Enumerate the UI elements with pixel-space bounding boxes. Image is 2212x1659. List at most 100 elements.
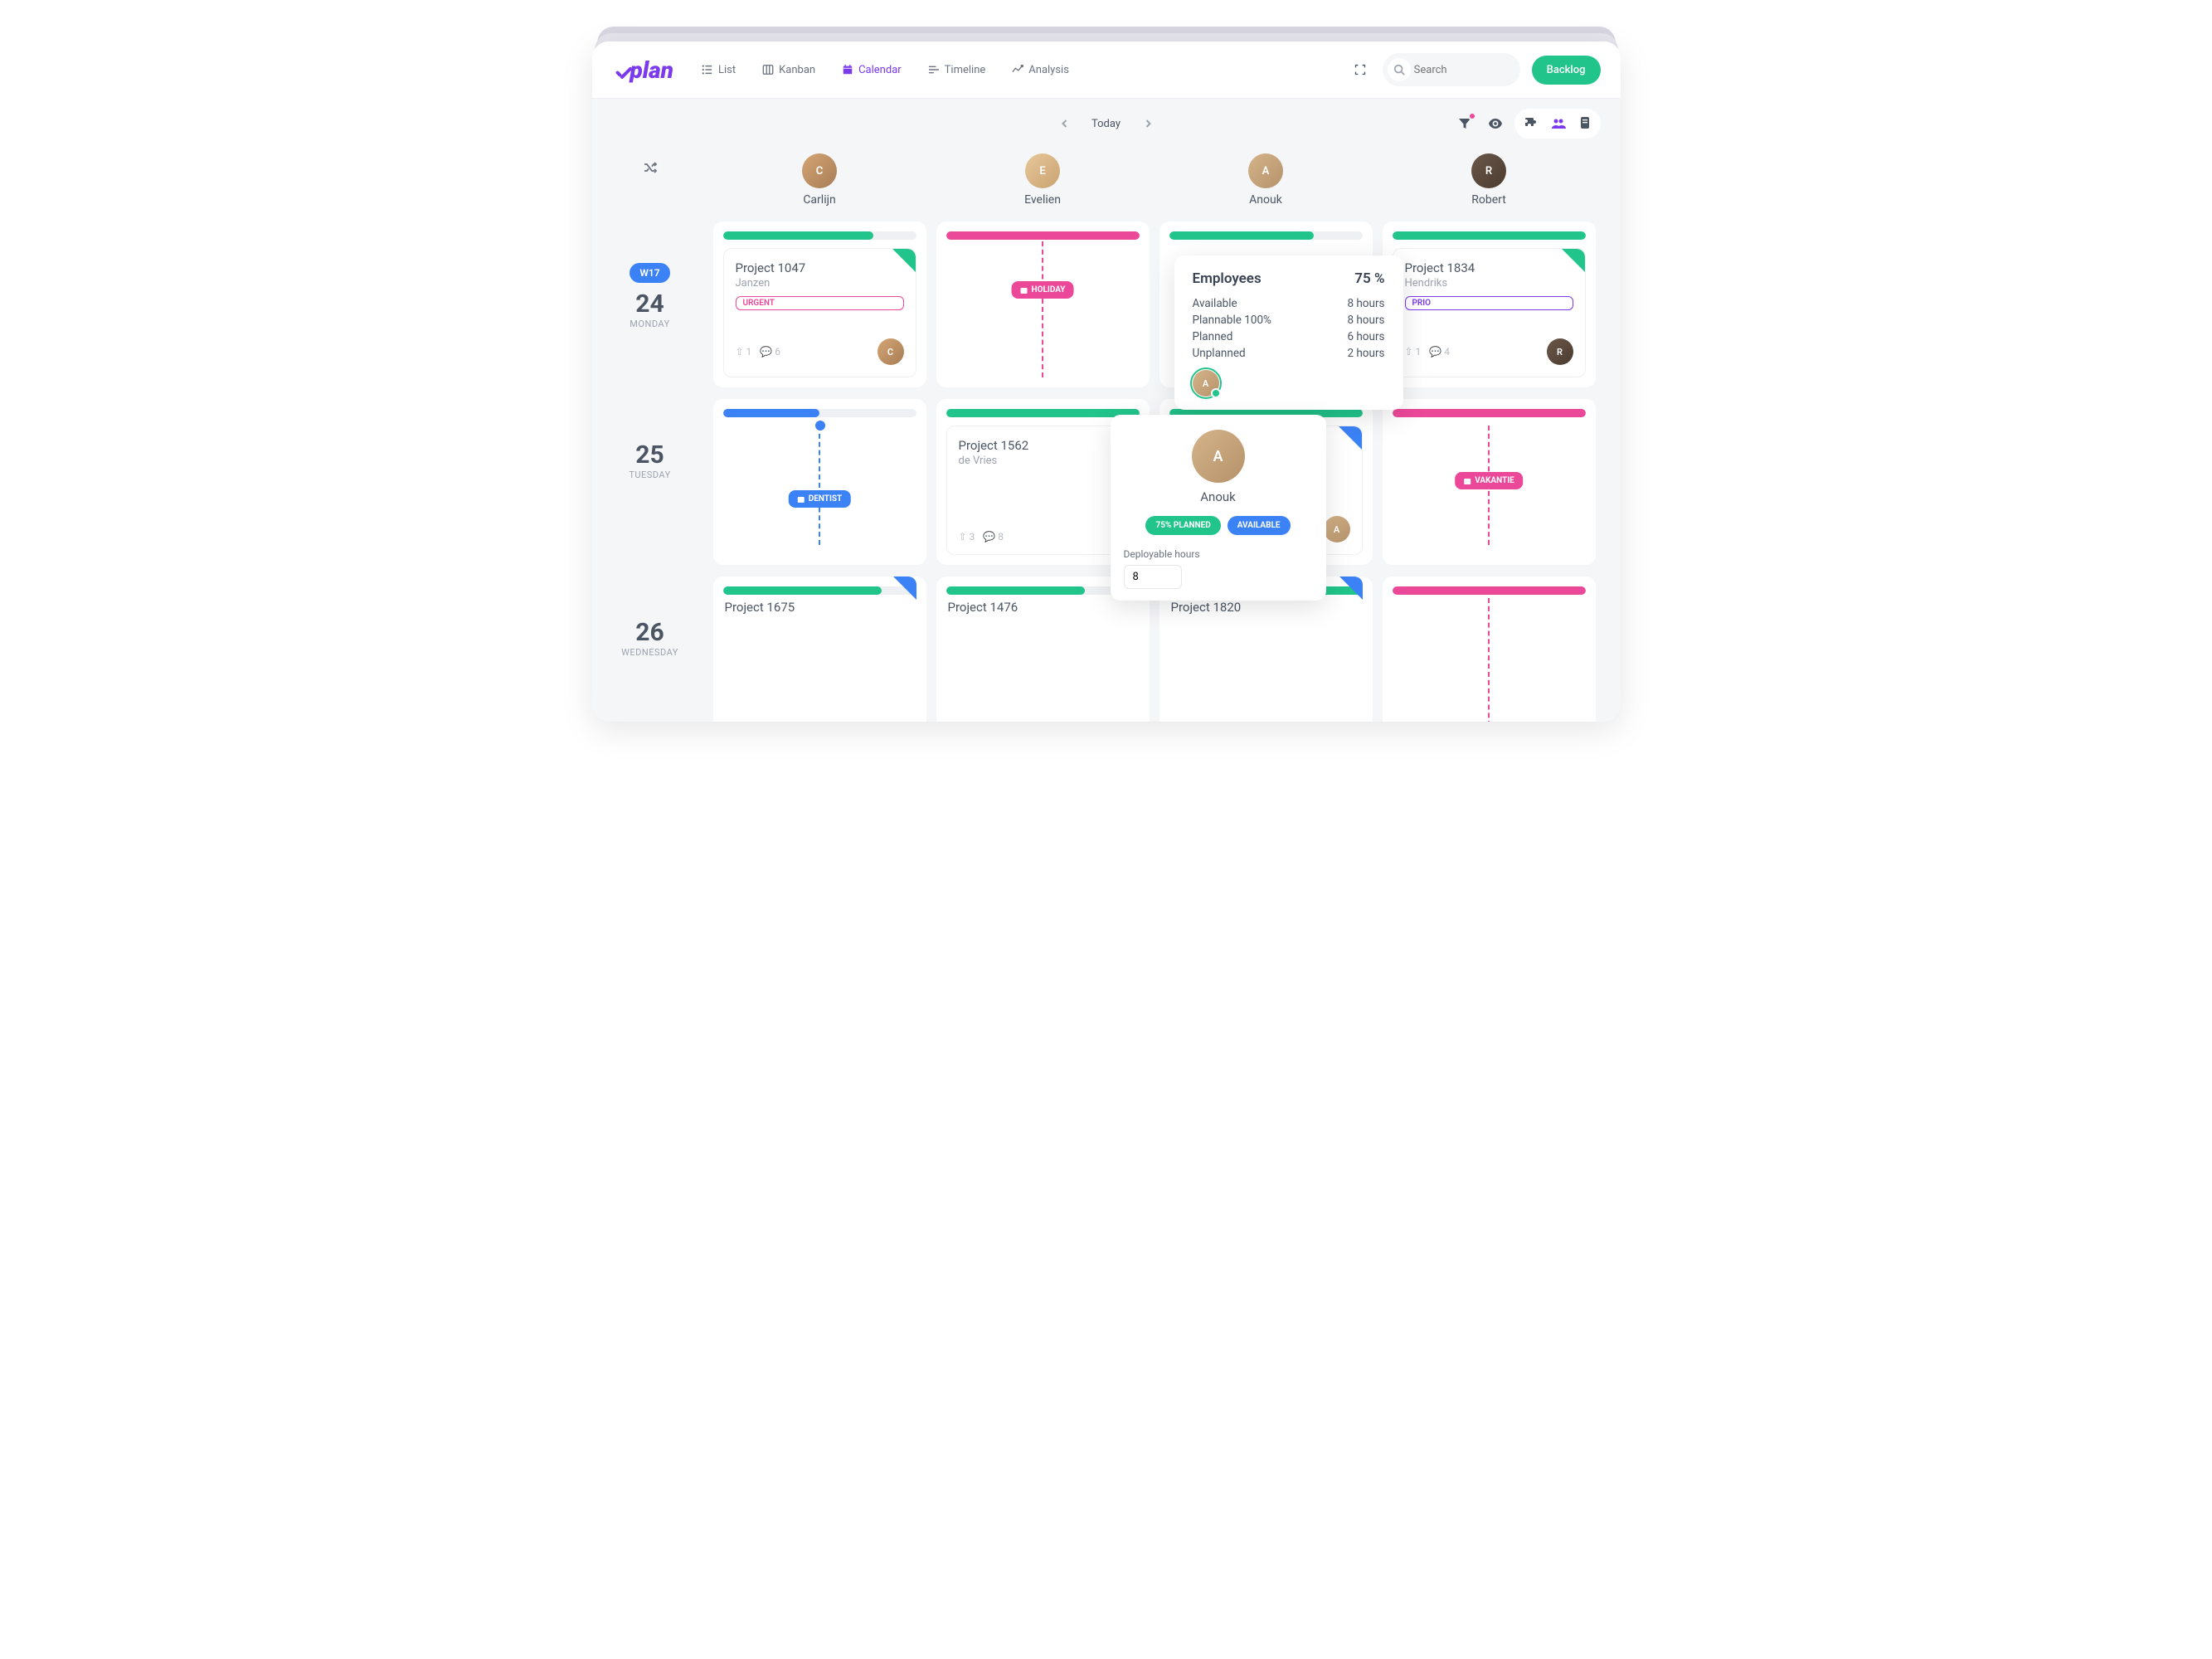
cell-evelien-24[interactable]: HOLIDAY (936, 221, 1150, 387)
deployable-hours-input[interactable] (1124, 565, 1182, 589)
filter-badge (1468, 112, 1476, 120)
avatar: A (1248, 153, 1283, 188)
event-line (1042, 241, 1043, 377)
nav-tabs: List Kanban Calendar Timeline Analysis (698, 61, 1072, 80)
today-label[interactable]: Today (1091, 118, 1121, 130)
tab-analysis-label: Analysis (1028, 64, 1069, 76)
event-line (819, 426, 820, 545)
tab-calendar-label: Calendar (858, 64, 902, 76)
cell-robert-24[interactable]: Project 1834 Hendriks PRIO ⇧ 1 💬 4 R (1383, 221, 1596, 387)
board: CCarlijn EEvelien AAnouk RRobert W17 24 … (592, 148, 1621, 722)
chat-icon: 💬 8 (983, 531, 1004, 542)
cell-robert-26[interactable] (1383, 577, 1596, 722)
emp-row-planned: Planned6 hours (1193, 328, 1385, 345)
assignee-avatar: A (1324, 516, 1350, 542)
tab-analysis[interactable]: Analysis (1009, 61, 1072, 80)
cell-carlijn-25[interactable]: DENTIST (713, 399, 926, 565)
deployable-label: Deployable hours (1111, 548, 1326, 560)
person-head-evelien[interactable]: EEvelien (931, 148, 1155, 221)
assignee-avatar: R (1547, 338, 1573, 365)
search-box[interactable] (1383, 53, 1520, 86)
tab-list[interactable]: List (698, 61, 739, 80)
search-icon (1388, 58, 1411, 81)
next-icon[interactable] (1140, 116, 1155, 131)
date-label-26: 26 WEDNESDAY (592, 577, 708, 722)
eye-icon[interactable] (1483, 111, 1508, 136)
card-corner-icon (892, 249, 916, 272)
person-head-anouk[interactable]: AAnouk (1155, 148, 1378, 221)
card-project-1675[interactable]: Project 1675 (723, 598, 916, 615)
online-dot-icon (1211, 388, 1221, 398)
date-label-24: W17 24 MONDAY (592, 221, 708, 399)
capacity-bar (946, 409, 1140, 417)
card-corner-icon (1339, 577, 1363, 600)
tab-timeline-label: Timeline (945, 64, 986, 76)
avatar: C (802, 153, 837, 188)
cell-carlijn-26[interactable]: Project 1675 (713, 577, 926, 722)
event-vakantie[interactable]: VAKANTIE (1455, 472, 1523, 489)
prev-icon[interactable] (1057, 116, 1072, 131)
capacity-bar (1393, 231, 1586, 240)
tab-list-label: List (718, 64, 736, 76)
puzzle-icon[interactable] (1519, 111, 1543, 136)
event-holiday[interactable]: HOLIDAY (1012, 281, 1074, 299)
capacity-bar (723, 409, 916, 417)
tab-kanban-label: Kanban (779, 64, 815, 76)
emp-avatar[interactable]: A (1193, 370, 1219, 397)
card-icon[interactable] (1574, 111, 1596, 136)
topbar: plan List Kanban Calendar Timeline (592, 41, 1621, 99)
cell-carlijn-24[interactable]: Project 1047 Janzen URGENT ⇧ 1 💬 6 C (713, 221, 926, 387)
upload-icon: ⇧ 1 (736, 346, 752, 358)
card-project-1834[interactable]: Project 1834 Hendriks PRIO ⇧ 1 💬 4 R (1393, 248, 1586, 377)
backlog-button[interactable]: Backlog (1532, 56, 1601, 85)
avatar: R (1471, 153, 1506, 188)
avatar: E (1025, 153, 1060, 188)
tab-kanban[interactable]: Kanban (759, 61, 819, 80)
capacity-bar (723, 586, 916, 595)
employees-popover: Employees75 % Available8 hours Plannable… (1174, 255, 1403, 410)
tab-timeline[interactable]: Timeline (925, 61, 989, 80)
chat-icon: 💬 6 (760, 346, 780, 358)
date-nav: Today (1057, 116, 1155, 131)
event-dot-icon (815, 421, 825, 431)
emp-row-available: Available8 hours (1193, 295, 1385, 312)
app-window: plan List Kanban Calendar Timeline (592, 41, 1621, 722)
card-corner-icon (1562, 249, 1585, 272)
emp-row-plannable: Plannable 100%8 hours (1193, 312, 1385, 328)
capacity-bar (723, 231, 916, 240)
date-label-25: 25 TUESDAY (592, 399, 708, 577)
search-input[interactable] (1414, 64, 1514, 76)
tag-urgent: URGENT (736, 296, 904, 310)
people-icon[interactable] (1546, 111, 1571, 136)
available-pill: AVAILABLE (1228, 516, 1291, 535)
employees-pct: 75 % (1354, 270, 1384, 287)
capacity-bar (946, 231, 1140, 240)
person-head-carlijn[interactable]: CCarlijn (708, 148, 931, 221)
shuffle-icon[interactable] (643, 160, 658, 175)
avatar: A (1192, 430, 1245, 483)
upload-icon: ⇧ 1 (1405, 346, 1422, 358)
card-corner-icon (893, 577, 916, 600)
card-project-1476[interactable]: Project 1476 (946, 598, 1140, 615)
capacity-bar (1169, 231, 1363, 240)
fullscreen-icon[interactable] (1349, 59, 1371, 80)
person-head-robert[interactable]: RRobert (1378, 148, 1601, 221)
tab-calendar[interactable]: Calendar (839, 61, 905, 80)
toolbar: Today (592, 99, 1621, 148)
emp-row-unplanned: Unplanned2 hours (1193, 345, 1385, 362)
card-project-1820[interactable]: Project 1820 (1169, 598, 1363, 615)
event-dentist[interactable]: DENTIST (789, 490, 851, 508)
upload-icon: ⇧ 3 (959, 531, 975, 542)
capacity-bar (1393, 409, 1586, 417)
chat-icon: 💬 4 (1429, 346, 1450, 358)
assignee-avatar: C (878, 338, 904, 365)
card-project-1047[interactable]: Project 1047 Janzen URGENT ⇧ 1 💬 6 C (723, 248, 916, 377)
logo: plan (612, 56, 674, 84)
card-corner-icon (1339, 426, 1362, 450)
week-badge: W17 (630, 263, 669, 283)
filter-icon[interactable] (1453, 112, 1476, 135)
planned-pill: 75% PLANNED (1145, 516, 1220, 535)
person-day-popover: A Anouk 75% PLANNED AVAILABLE Deployable… (1111, 415, 1326, 601)
cell-robert-25[interactable]: VAKANTIE (1383, 399, 1596, 565)
tag-prio: PRIO (1405, 296, 1573, 310)
